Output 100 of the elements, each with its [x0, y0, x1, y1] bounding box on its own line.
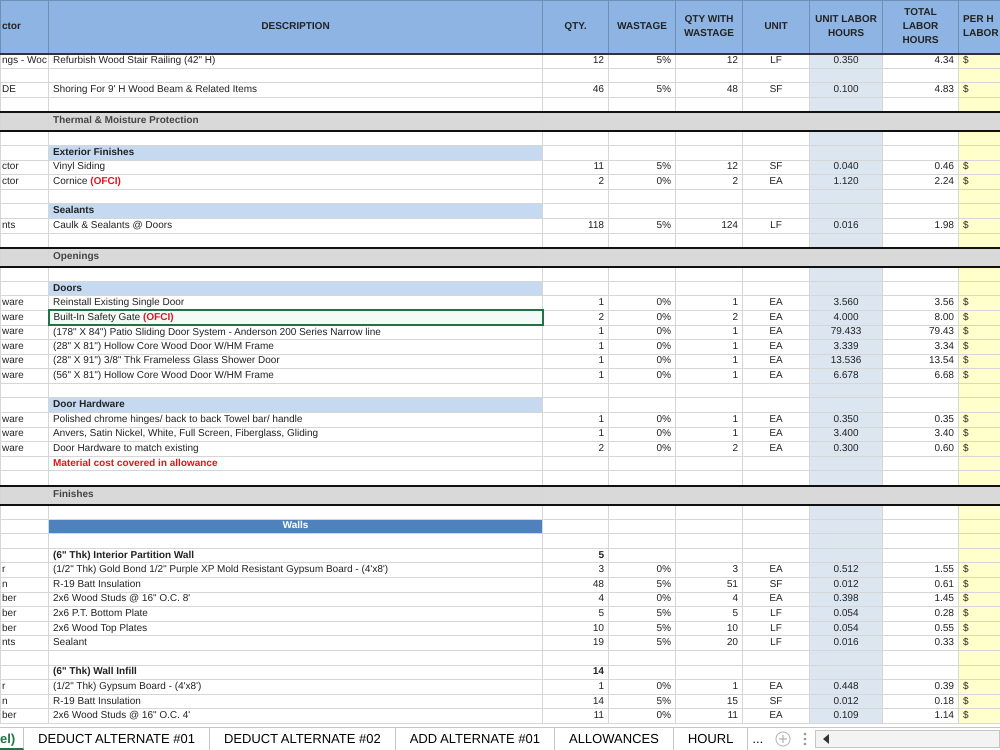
column-header: WASTAGE	[608, 0, 676, 54]
table-cell: 0.350	[810, 412, 882, 428]
scroll-left-icon[interactable]	[822, 734, 830, 744]
sheet-tab[interactable]: el)	[0, 728, 24, 750]
table-cell: 5%	[608, 606, 676, 622]
table-cell: 0.100	[810, 82, 882, 98]
table-cell: EA	[742, 412, 810, 428]
table-cell[interactable]: (178" X 84") Patio Sliding Door System - Anderson 200 Series Narrow line	[48, 325, 542, 340]
table-cell: 0%	[608, 708, 676, 724]
table-cell: 46	[542, 82, 608, 98]
table-cell[interactable]: 2x6 Wood Studs @ 16" O.C. 8'	[48, 592, 542, 607]
table-cell[interactable]: Shoring For 9' H Wood Beam & Related Items	[48, 82, 542, 98]
table-cell: 1	[542, 340, 608, 354]
table-cell: 4.83	[882, 82, 958, 98]
table-cell: LF	[742, 606, 810, 622]
group-title: (6" Thk) Wall Infill	[48, 665, 542, 680]
table-cell: 0.18	[882, 694, 958, 709]
table-cell: 0.61	[882, 578, 958, 592]
table-cell: ber	[0, 606, 48, 622]
table-cell: ware	[0, 296, 48, 310]
table-cell: 2	[542, 442, 608, 456]
table-cell[interactable]: Built-In Safety Gate (OFCI)	[48, 310, 542, 325]
table-cell: 1	[542, 296, 608, 310]
table-cell: EA	[742, 296, 810, 310]
table-cell: 0%	[608, 174, 676, 190]
table-cell: 48	[676, 82, 742, 98]
table-cell[interactable]: (1/2" Thk) Gold Bond 1/2" Purple XP Mold Resistant Gypsum Board - (4'x8')	[48, 562, 542, 578]
table-cell: 1	[542, 412, 608, 428]
table-cell: 0.016	[810, 636, 882, 650]
table-cell[interactable]: Polished chrome hinges/ back to back Towel bar/ handle	[48, 412, 542, 428]
table-cell: $	[958, 160, 1000, 175]
table-cell: $	[958, 562, 1000, 578]
table-cell: EA	[742, 592, 810, 607]
table-cell[interactable]: Caulk & Sealants @ Doors	[48, 218, 542, 234]
table-cell: 5%	[608, 636, 676, 650]
table-cell: 5%	[608, 578, 676, 592]
table-cell: r	[0, 562, 48, 578]
table-cell: LF	[742, 636, 810, 650]
table-cell: 2	[542, 310, 608, 325]
table-cell[interactable]: Sealant	[48, 636, 542, 650]
table-cell[interactable]: R-19 Batt Insulation	[48, 578, 542, 592]
table-cell: n	[0, 694, 48, 709]
table-cell: 0%	[608, 296, 676, 310]
table-cell: 12	[542, 54, 608, 68]
table-cell: 1	[676, 368, 742, 384]
table-cell: nts	[0, 218, 48, 234]
table-cell: 5%	[608, 621, 676, 636]
table-cell: 0.35	[882, 412, 958, 428]
table-cell: 0.55	[882, 621, 958, 636]
table-cell: LF	[742, 54, 810, 68]
column-header: ctor	[0, 0, 48, 54]
table-cell: 1.120	[810, 174, 882, 190]
table-cell[interactable]: Cornice (OFCI)	[48, 174, 542, 190]
table-cell: 14	[542, 694, 608, 709]
table-cell: $	[958, 340, 1000, 354]
table-cell: nts	[0, 636, 48, 650]
table-cell: 2	[676, 442, 742, 456]
table-cell: 3	[676, 562, 742, 578]
table-cell: EA	[742, 368, 810, 384]
table-cell[interactable]: 2x6 Wood Top Plates	[48, 621, 542, 636]
table-cell: 0.28	[882, 606, 958, 622]
table-cell: EA	[742, 340, 810, 354]
table-cell: 2	[676, 310, 742, 325]
vertical-dots-icon[interactable]	[803, 732, 808, 746]
table-cell: ware	[0, 442, 48, 456]
table-cell[interactable]: Refurbish Wood Stair Railing (42" H)	[48, 54, 542, 68]
table-cell: 0%	[608, 310, 676, 325]
table-cell: 4	[676, 592, 742, 607]
table-cell: 5%	[608, 218, 676, 234]
table-cell: 0.398	[810, 592, 882, 607]
table-cell[interactable]: Door Hardware to match existing	[48, 442, 542, 456]
table-cell: ber	[0, 708, 48, 724]
column-header: DESCRIPTION	[48, 0, 542, 54]
table-cell[interactable]: 2x6 Wood Studs @ 16" O.C. 4'	[48, 708, 542, 724]
table-cell[interactable]: Vinyl Siding	[48, 160, 542, 175]
table-cell: ware	[0, 368, 48, 384]
table-cell: $	[958, 368, 1000, 384]
table-cell: 5	[676, 606, 742, 622]
table-cell: ctor	[0, 160, 48, 175]
table-cell[interactable]: Anvers, Satin Nickel, White, Full Screen, Fiberglass, Gliding	[48, 427, 542, 442]
group-heading: Sealants	[48, 204, 542, 218]
table-cell: 5%	[608, 54, 676, 68]
add-sheet-icon[interactable]	[775, 731, 792, 747]
table-cell: 0%	[608, 354, 676, 369]
table-cell: 0.512	[810, 562, 882, 578]
table-cell: $	[958, 578, 1000, 592]
table-cell[interactable]: (1/2" Thk) Gypsum Board - (4'x8')	[48, 680, 542, 694]
table-cell[interactable]: (56" X 81") Hollow Core Wood Door W/HM Frame	[48, 368, 542, 384]
table-cell: 1.98	[882, 218, 958, 234]
table-cell[interactable]: (28" X 81") Hollow Core Wood Door W/HM Frame	[48, 340, 542, 354]
table-cell: 2.24	[882, 174, 958, 190]
table-cell: 1	[542, 354, 608, 369]
horizontal-scrollbar[interactable]	[815, 730, 1000, 748]
table-cell: $	[958, 412, 1000, 428]
table-cell[interactable]: 2x6 P.T. Bottom Plate	[48, 606, 542, 622]
table-cell[interactable]: (28" X 91") 3/8" Thk Frameless Glass Shower Door	[48, 354, 542, 369]
table-cell[interactable]: R-19 Batt Insulation	[48, 694, 542, 709]
table-cell: 1.55	[882, 562, 958, 578]
table-cell: EA	[742, 354, 810, 369]
table-cell: $	[958, 442, 1000, 456]
